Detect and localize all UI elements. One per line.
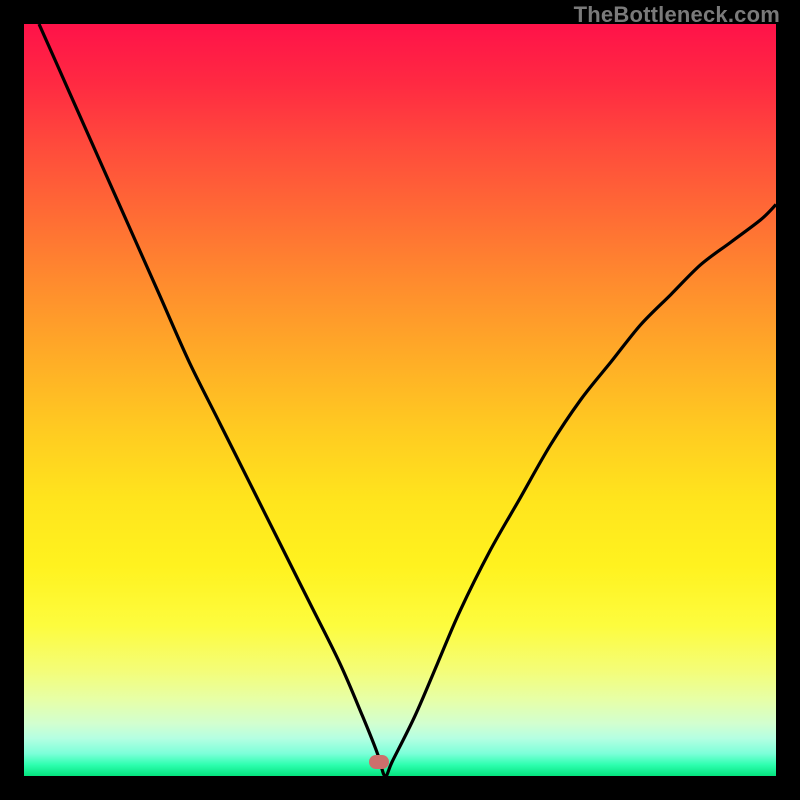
watermark-text: TheBottleneck.com bbox=[574, 2, 780, 28]
chart-frame: TheBottleneck.com bbox=[0, 0, 800, 800]
bottleneck-curve bbox=[39, 24, 776, 776]
curve-svg bbox=[24, 24, 776, 776]
plot-area bbox=[24, 24, 776, 776]
optimal-marker bbox=[369, 755, 389, 769]
